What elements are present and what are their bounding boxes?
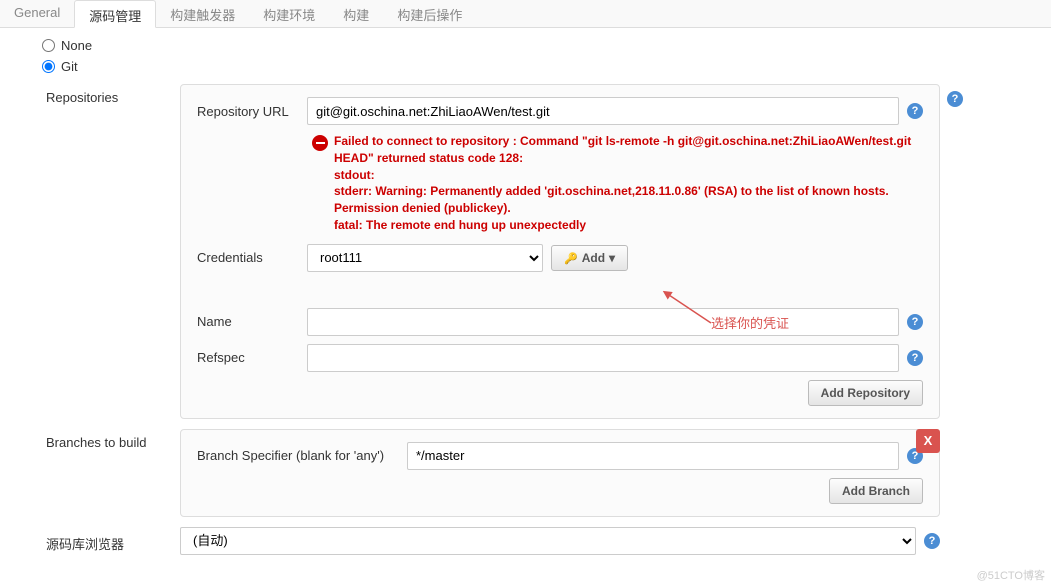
error-icon (312, 135, 328, 151)
credentials-label: Credentials (197, 250, 307, 265)
config-tabs: General 源码管理 构建触发器 构建环境 构建 构建后操作 (0, 0, 1051, 28)
branch-specifier-input[interactable] (407, 442, 899, 470)
tab-general[interactable]: General (0, 0, 74, 27)
repo-url-label: Repository URL (197, 104, 307, 119)
tab-build[interactable]: 构建 (329, 0, 383, 27)
name-label: Name (197, 314, 307, 329)
refspec-input[interactable] (307, 344, 899, 372)
help-icon[interactable]: ? (924, 533, 940, 549)
help-icon[interactable]: ? (947, 91, 963, 107)
add-label: Add (582, 251, 605, 265)
branch-specifier-label: Branch Specifier (blank for 'any') (197, 448, 407, 463)
main-content: None Git Repositories ? Repository URL ?… (0, 28, 1051, 565)
tab-post[interactable]: 构建后操作 (383, 0, 476, 27)
error-text: Failed to connect to repository : Comman… (334, 133, 923, 234)
credentials-select[interactable]: root111 (307, 244, 543, 272)
tab-env[interactable]: 构建环境 (249, 0, 329, 27)
error-block: Failed to connect to repository : Comman… (312, 133, 923, 234)
annotation-text: 选择你的凭证 (711, 313, 789, 332)
branches-label: Branches to build (30, 429, 180, 517)
close-icon[interactable]: X (916, 429, 940, 453)
tab-triggers[interactable]: 构建触发器 (156, 0, 249, 27)
watermark: @51CTO博客 (977, 567, 1045, 583)
repo-url-input[interactable] (307, 97, 899, 125)
radio-none[interactable] (42, 39, 55, 52)
repositories-box: ? Repository URL ? Failed to connect to … (180, 84, 940, 419)
key-icon (564, 251, 578, 265)
repo-browser-label: 源码库浏览器 (30, 528, 180, 553)
help-icon[interactable]: ? (907, 103, 923, 119)
radio-git[interactable] (42, 60, 55, 73)
radio-none-label: None (61, 38, 92, 53)
radio-git-label: Git (61, 59, 78, 74)
branches-box: X Branch Specifier (blank for 'any') ? A… (180, 429, 940, 517)
add-branch-button[interactable]: Add Branch (829, 478, 923, 504)
help-icon[interactable]: ? (907, 314, 923, 330)
repositories-label: Repositories (30, 84, 180, 419)
help-icon[interactable]: ? (907, 350, 923, 366)
refspec-label: Refspec (197, 350, 307, 365)
repo-browser-select[interactable]: (自动) (180, 527, 916, 555)
name-input[interactable] (307, 308, 899, 336)
add-credential-button[interactable]: Add▾ (551, 245, 628, 271)
tab-scm[interactable]: 源码管理 (74, 0, 156, 28)
add-repository-button[interactable]: Add Repository (808, 380, 923, 406)
